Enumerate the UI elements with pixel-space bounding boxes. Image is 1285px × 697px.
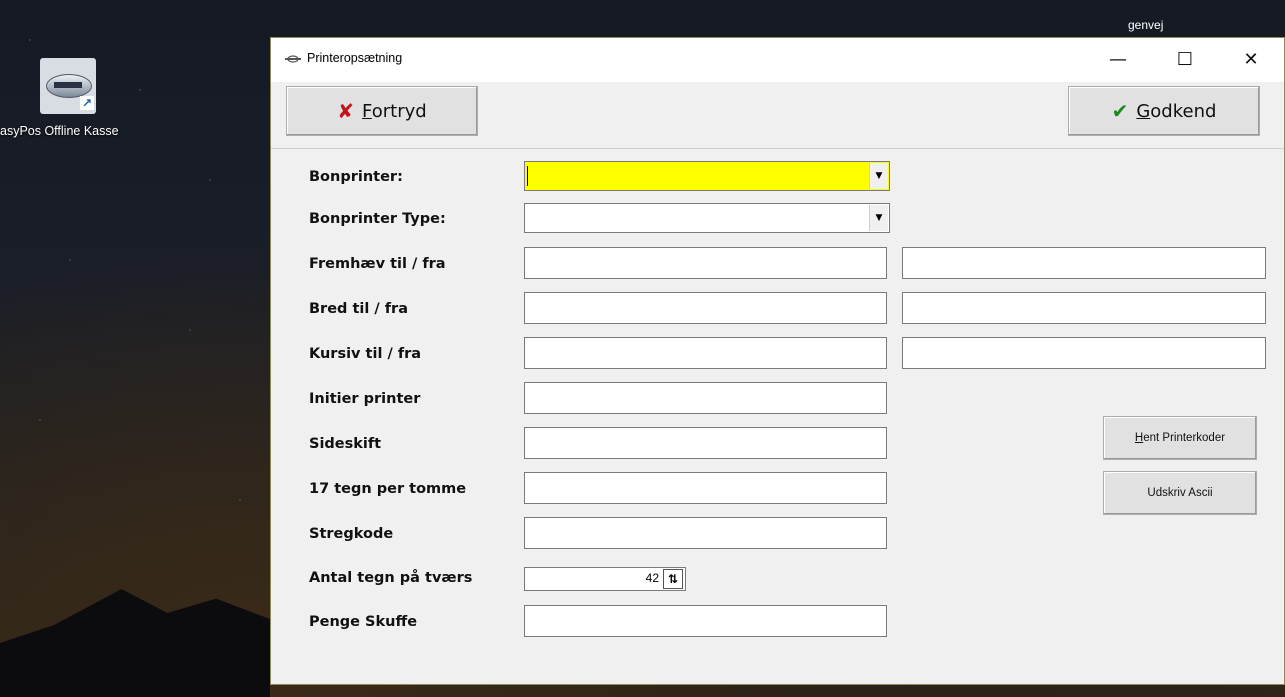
bred-til-input[interactable] — [524, 292, 887, 324]
kursiv-til-input[interactable] — [524, 337, 887, 369]
fremhaev-til-input[interactable] — [524, 247, 887, 279]
x-icon: ✘ — [337, 99, 355, 123]
tegn-17-input[interactable] — [524, 472, 887, 504]
title-bar[interactable]: Printeropsætning — ☐ ✕ — [271, 38, 1284, 82]
bonprinter-select[interactable]: ▼ — [524, 161, 890, 191]
label-stregkode: Stregkode — [309, 526, 394, 542]
desktop-shortcut-easypos[interactable]: ↗ asyPos Offline Kasse — [0, 58, 160, 138]
printer-app-icon — [285, 55, 301, 63]
wallpaper-mountain — [0, 589, 270, 697]
minimize-button[interactable]: — — [1095, 38, 1141, 82]
label-bonprinter-type: Bonprinter Type: — [309, 211, 446, 227]
stregkode-input[interactable] — [524, 517, 887, 549]
bred-fra-input[interactable] — [902, 292, 1266, 324]
udskriv-ascii-button[interactable]: Udskriv Ascii — [1103, 471, 1257, 515]
check-icon: ✔ — [1111, 99, 1129, 123]
label-kursiv: Kursiv til / fra — [309, 346, 422, 362]
desktop-top-strip: genvej — [270, 0, 1285, 37]
label-fremhaev: Fremhæv til / fra — [309, 256, 446, 272]
desktop-shortcut-label: asyPos Offline Kasse — [0, 124, 119, 138]
toolbar: ✘ Fortryd ✔ Godkend — [271, 82, 1284, 149]
label-antal-tegn: Antal tegn på tværs — [309, 570, 473, 586]
penge-skuffe-input[interactable] — [524, 605, 887, 637]
hent-printerkoder-button[interactable]: Hent Printerkoder — [1103, 416, 1257, 460]
printer-settings-form: Bonprinter: ▼ Bonprinter Type: ▼ Fremhæv… — [271, 149, 1284, 686]
approve-label: Godkend — [1136, 100, 1217, 122]
window-title: Printeropsætning — [307, 51, 403, 65]
chevron-down-icon[interactable]: ▼ — [869, 163, 888, 189]
cancel-label: Fortryd — [362, 100, 427, 122]
fremhaev-fra-input[interactable] — [902, 247, 1266, 279]
label-sideskift: Sideskift — [309, 436, 382, 452]
label-penge-skuffe: Penge Skuffe — [309, 614, 418, 630]
spin-arrows-icon[interactable]: ⇅ — [663, 569, 683, 589]
shortcut-arrow-icon: ↗ — [80, 96, 94, 110]
bonprinter-type-select[interactable]: ▼ — [524, 203, 890, 233]
label-bonprinter: Bonprinter: — [309, 169, 403, 185]
cancel-button[interactable]: ✘ Fortryd — [286, 86, 478, 136]
label-initier: Initier printer — [309, 391, 421, 407]
antal-tegn-value: 42 — [645, 571, 659, 585]
label-bred: Bred til / fra — [309, 301, 408, 317]
desktop-icon-label-partial: genvej — [1128, 18, 1164, 32]
kursiv-fra-input[interactable] — [902, 337, 1266, 369]
approve-button[interactable]: ✔ Godkend — [1068, 86, 1260, 136]
easypos-app-icon: ↗ — [40, 58, 96, 114]
sideskift-input[interactable] — [524, 427, 887, 459]
printer-setup-window: Printeropsætning — ☐ ✕ ✘ Fortryd ✔ Godke… — [270, 37, 1285, 685]
maximize-button[interactable]: ☐ — [1162, 38, 1208, 82]
label-17-tegn: 17 tegn per tomme — [309, 481, 467, 497]
text-caret — [527, 166, 528, 186]
initier-printer-input[interactable] — [524, 382, 887, 414]
close-button[interactable]: ✕ — [1228, 38, 1274, 82]
chevron-down-icon[interactable]: ▼ — [869, 205, 888, 231]
antal-tegn-stepper[interactable]: 42 ⇅ — [524, 567, 686, 591]
